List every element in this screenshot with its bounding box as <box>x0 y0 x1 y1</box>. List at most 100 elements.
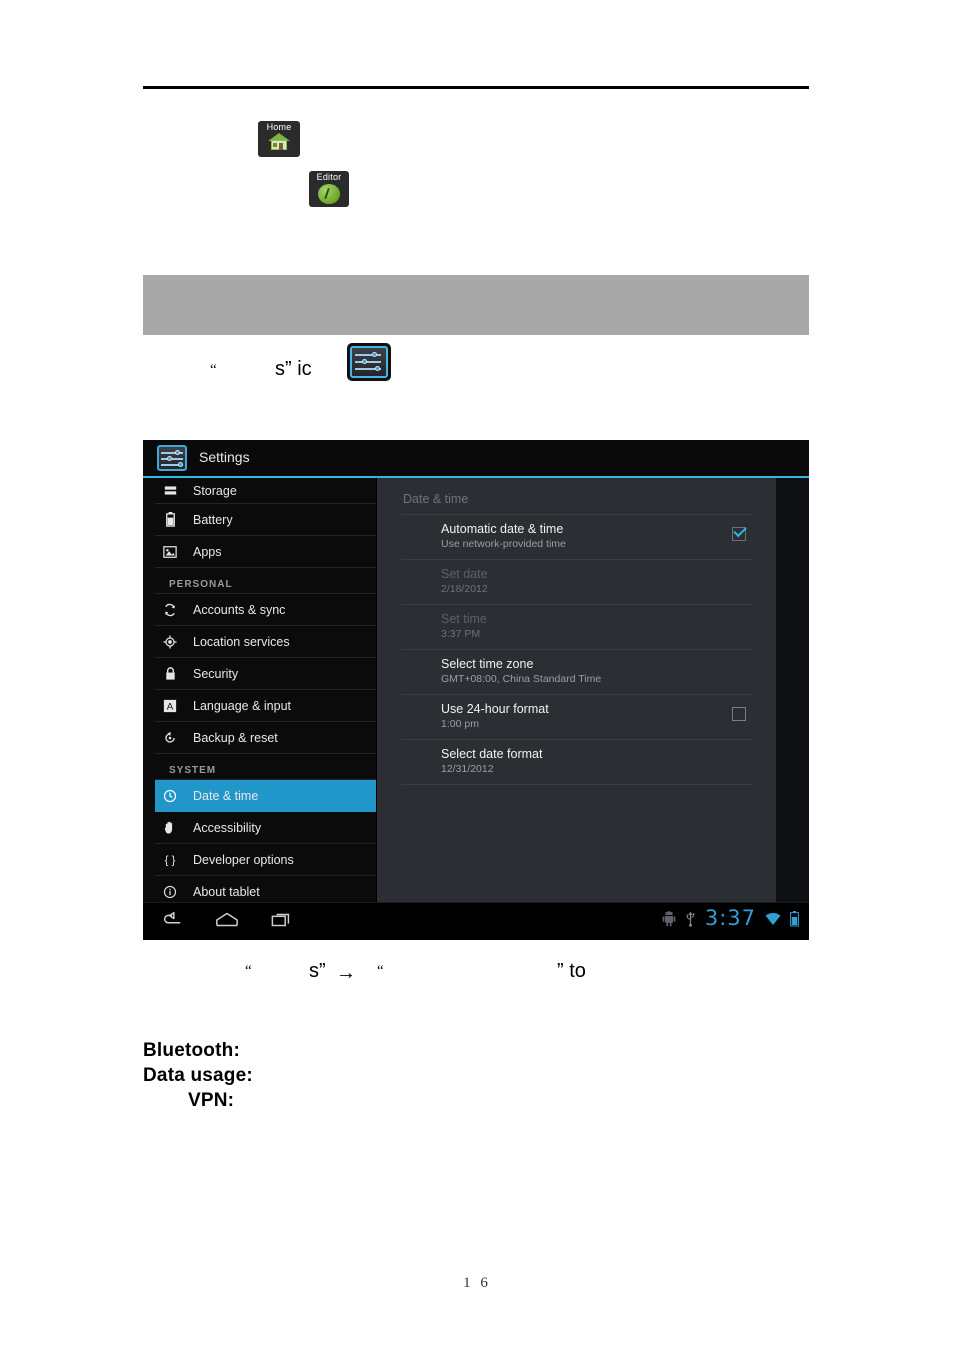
settings-icon-thumbnail <box>347 343 391 381</box>
app-icon-editor-caption: Editor <box>316 172 342 182</box>
pref-set-time[interactable]: Set time 3:37 PM <box>401 604 752 649</box>
sidebar-item-apps[interactable]: Apps <box>155 536 376 568</box>
document-page: Home Editor “ s” ic Settings Storage Bat… <box>0 0 954 1348</box>
pref-set-date[interactable]: Set date 2/18/2012 <box>401 559 752 604</box>
battery-icon <box>157 512 183 527</box>
label-bluetooth: Bluetooth: <box>143 1040 240 1061</box>
label-data-usage: Data usage: <box>143 1065 253 1086</box>
content-bottom-rule <box>401 784 752 785</box>
info-icon <box>157 885 183 899</box>
backup-reset-icon <box>157 731 183 745</box>
sidebar-item-label: Security <box>193 666 239 681</box>
pref-select-time-zone[interactable]: Select time zone GMT+08:00, China Standa… <box>401 649 752 694</box>
sidebar-item-label: Developer options <box>193 852 294 867</box>
sidebar-item-label: Backup & reset <box>193 730 278 745</box>
hand-icon <box>157 820 183 835</box>
sidebar-section-system: SYSTEM <box>155 754 376 780</box>
sidebar-item-label: Date & time <box>193 788 259 803</box>
sync-icon <box>157 603 183 617</box>
checkbox-automatic-date-time[interactable] <box>732 527 746 541</box>
system-navigation-bar: 3:37 <box>143 902 809 940</box>
text-fragment-quote-open-3: “ <box>377 963 384 979</box>
pref-automatic-date-time[interactable]: Automatic date & time Use network-provid… <box>401 514 752 559</box>
pref-title: Select date format <box>441 747 543 761</box>
back-icon[interactable] <box>161 911 183 929</box>
pref-subtitle: GMT+08:00, China Standard Time <box>441 673 602 685</box>
settings-content-panel: Date & time Automatic date & time Use ne… <box>376 478 776 903</box>
sidebar-item-label: Apps <box>193 544 222 559</box>
sidebar-section-personal: PERSONAL <box>155 568 376 594</box>
house-icon <box>268 133 290 151</box>
tablet-screenshot: Settings Storage Battery Apps PERSONAL A… <box>143 440 809 940</box>
location-icon <box>157 634 183 649</box>
header-rule <box>143 86 809 89</box>
sidebar-item-developer-options[interactable]: { } Developer options <box>155 844 376 876</box>
app-icon-home: Home <box>258 121 300 157</box>
text-fragment-s-close: s” <box>309 960 326 982</box>
svg-text:{ }: { } <box>165 854 176 866</box>
app-icon-home-caption: Home <box>266 122 292 132</box>
sidebar-item-location-services[interactable]: Location services <box>155 626 376 658</box>
sidebar-item-storage[interactable]: Storage <box>155 478 376 504</box>
text-fragment-s-ic: s” ic <box>275 358 312 380</box>
sidebar-item-label: Storage <box>193 483 237 498</box>
status-clock: 3:37 <box>704 906 756 930</box>
app-icon-editor: Editor <box>309 171 349 207</box>
sidebar-item-label: Language & input <box>193 698 292 713</box>
settings-sliders-icon <box>157 445 187 471</box>
settings-sliders-icon <box>350 346 388 378</box>
sidebar-item-security[interactable]: Security <box>155 658 376 690</box>
android-robot-icon[interactable] <box>662 910 676 927</box>
text-fragment-close-to: ” to <box>557 960 586 982</box>
usb-icon[interactable] <box>685 911 696 927</box>
pref-subtitle: 12/31/2012 <box>441 763 494 775</box>
checkbox-use-24-hour-format[interactable] <box>732 707 746 721</box>
pref-title: Set date <box>441 567 488 581</box>
storage-icon <box>157 484 183 497</box>
page-number: 1 6 <box>463 1275 491 1291</box>
text-fragment-quote-open-2: “ <box>245 963 252 979</box>
text-fragment-quote-open: “ <box>210 362 217 378</box>
pref-title: Select time zone <box>441 657 534 671</box>
settings-sidebar[interactable]: Storage Battery Apps PERSONAL Accounts &… <box>143 478 376 908</box>
sidebar-item-label: Battery <box>193 512 233 527</box>
sidebar-item-label: Location services <box>193 634 290 649</box>
sidebar-item-label: Accounts & sync <box>193 602 286 617</box>
sidebar-item-label: Accessibility <box>193 820 262 835</box>
home-icon[interactable] <box>215 911 239 929</box>
sidebar-item-accounts-sync[interactable]: Accounts & sync <box>155 594 376 626</box>
sidebar-item-accessibility[interactable]: Accessibility <box>155 812 376 844</box>
label-vpn: VPN: <box>188 1090 235 1111</box>
sidebar-item-date-time[interactable]: Date & time <box>155 780 376 812</box>
settings-body: Storage Battery Apps PERSONAL Accounts &… <box>143 478 809 908</box>
pref-subtitle: Use network-provided time <box>441 538 566 550</box>
svg-text:A: A <box>167 701 174 712</box>
pref-subtitle: 1:00 pm <box>441 718 479 730</box>
apps-icon <box>157 545 183 559</box>
editor-icon <box>318 184 340 204</box>
pref-select-date-format[interactable]: Select date format 12/31/2012 <box>401 739 752 784</box>
text-fragment-arrow: → <box>336 962 356 984</box>
language-a-icon: A <box>157 699 183 713</box>
recents-icon[interactable] <box>271 911 293 929</box>
pref-title: Use 24-hour format <box>441 702 549 716</box>
braces-icon: { } <box>157 853 183 867</box>
sidebar-item-label: About tablet <box>193 884 260 899</box>
clock-icon <box>157 789 183 803</box>
sidebar-item-language-input[interactable]: A Language & input <box>155 690 376 722</box>
lock-icon <box>157 666 183 681</box>
section-banner <box>143 275 809 335</box>
wifi-icon[interactable] <box>765 912 781 926</box>
app-title: Settings <box>199 449 250 465</box>
content-right-gutter <box>776 478 809 903</box>
panel-title: Date & time <box>403 492 469 506</box>
tablet-titlebar: Settings <box>143 440 809 476</box>
pref-subtitle: 3:37 PM <box>441 628 481 640</box>
pref-use-24-hour-format[interactable]: Use 24-hour format 1:00 pm <box>401 694 752 739</box>
sidebar-item-backup-reset[interactable]: Backup & reset <box>155 722 376 754</box>
pref-subtitle: 2/18/2012 <box>441 583 488 595</box>
sidebar-item-battery[interactable]: Battery <box>155 504 376 536</box>
battery-icon[interactable] <box>790 910 799 927</box>
pref-title: Automatic date & time <box>441 522 564 536</box>
pref-title: Set time <box>441 612 487 626</box>
